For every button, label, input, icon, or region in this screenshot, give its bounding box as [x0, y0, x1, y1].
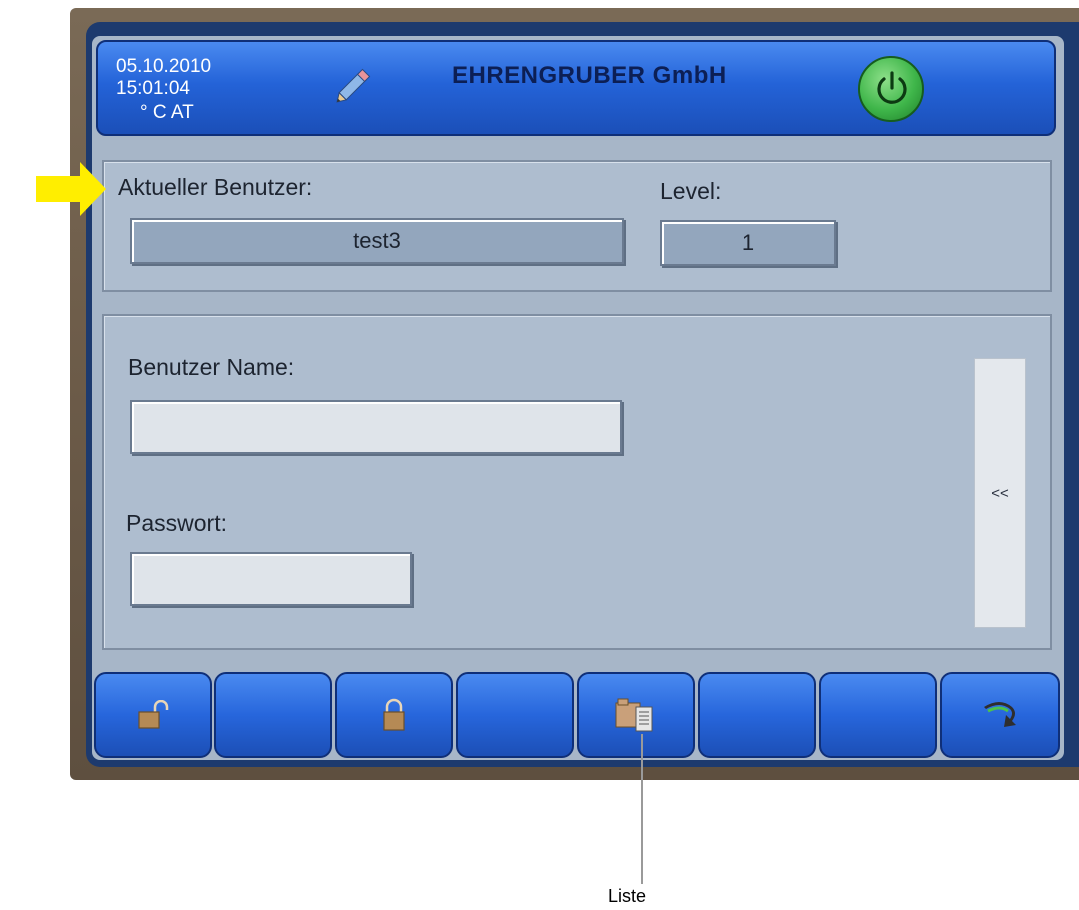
username-label: Benutzer Name:	[128, 354, 295, 380]
level-label: Level:	[660, 178, 722, 204]
toolbar-button-6[interactable]	[698, 672, 816, 758]
back-button[interactable]	[940, 672, 1060, 758]
lock-icon	[383, 698, 405, 731]
level-field: 1	[660, 220, 836, 266]
header-title: EHRENGRUBER GmbH	[452, 62, 727, 89]
touch-screen: 05.10.2010 15:01:04 ° C AT EHRENGRUBER G…	[92, 36, 1064, 760]
header-unit-region: ° C AT	[140, 102, 194, 123]
login-panel: Benutzer Name: Passwort: <<	[102, 314, 1052, 650]
lock-button[interactable]	[335, 672, 453, 758]
header-date: 05.10.2010	[116, 56, 212, 77]
current-user-field: test3	[130, 218, 624, 264]
current-user-label: Aktueller Benutzer:	[118, 174, 313, 200]
power-icon	[877, 71, 907, 104]
pencil-icon[interactable]	[330, 62, 378, 113]
power-button[interactable]	[858, 56, 924, 122]
username-input[interactable]	[130, 400, 622, 454]
header-time: 15:01:04	[116, 78, 190, 99]
header-bar: 05.10.2010 15:01:04 ° C AT EHRENGRUBER G…	[96, 40, 1056, 136]
back-arrow-icon	[984, 702, 1016, 727]
current-user-panel: Aktueller Benutzer: Level: test3 1	[102, 160, 1052, 292]
caption-leader-line	[641, 734, 643, 884]
toolbar-button-2[interactable]	[214, 672, 332, 758]
bottom-toolbar	[92, 670, 1064, 760]
unlock-icon	[138, 700, 169, 729]
password-label: Passwort:	[126, 510, 227, 536]
password-input[interactable]	[130, 552, 412, 606]
list-button[interactable]	[577, 672, 695, 758]
toolbar-button-7[interactable]	[819, 672, 937, 758]
list-icon	[615, 698, 653, 732]
collapse-button[interactable]: <<	[974, 358, 1026, 628]
unlock-button[interactable]	[94, 672, 212, 758]
pointer-arrow-icon	[36, 162, 106, 216]
annotation-caption: Liste	[608, 886, 647, 906]
toolbar-button-4[interactable]	[456, 672, 574, 758]
